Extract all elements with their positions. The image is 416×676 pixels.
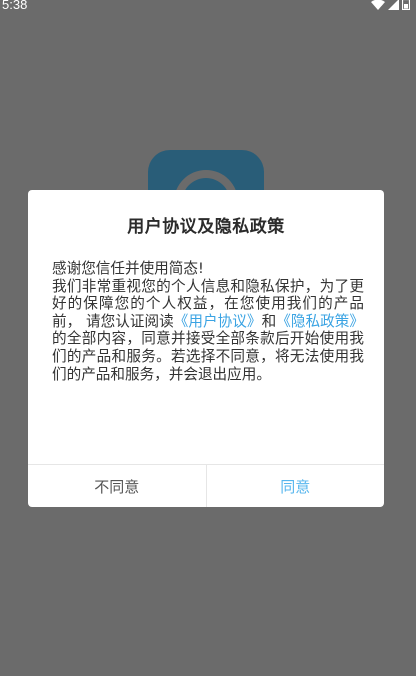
dialog-body-part2: 的全部内容，同意并接受全部条款后开始使用我们的产品和服务。若选择不同意，将无法使… [52, 330, 364, 383]
status-bar: 5:38 [0, 0, 416, 14]
dialog-greeting: 感谢您信任并使用简态! [52, 260, 204, 277]
dialog-footer: 不同意 同意 [28, 464, 384, 507]
battery-icon [401, 0, 411, 15]
user-agreement-link[interactable]: 《用户协议》 [174, 313, 262, 330]
dialog-content: 我们非常重视您的个人信息和隐私保护，为了更好的保障您的个人权益，在您使用我们的产… [52, 278, 364, 384]
and-text: 和 [261, 312, 277, 330]
privacy-policy-link[interactable]: 《隐私政策》 [276, 313, 364, 330]
agree-button[interactable]: 同意 [207, 465, 385, 507]
dialog-title: 用户协议及隐私政策 [127, 217, 285, 237]
signal-icon [388, 0, 399, 15]
disagree-button[interactable]: 不同意 [28, 465, 207, 507]
privacy-dialog: 用户协议及隐私政策 感谢您信任并使用简态! 我们非常重视您的个人信息和隐私保护，… [28, 190, 384, 507]
wifi-icon [371, 0, 385, 15]
dialog-body: 感谢您信任并使用简态! 我们非常重视您的个人信息和隐私保护，为了更好的保障您的个… [52, 260, 364, 383]
status-time: 5:38 [2, 0, 28, 12]
status-icons [371, 0, 411, 15]
